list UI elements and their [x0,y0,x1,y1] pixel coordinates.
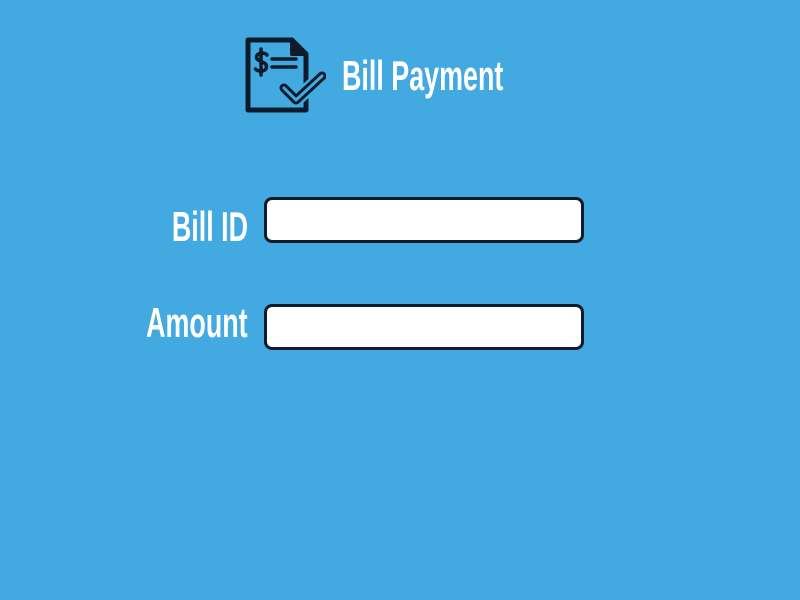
page-header: Bill Payment [244,36,594,116]
amount-input[interactable] [264,304,584,350]
bill-id-label: Bill ID [171,203,248,250]
amount-label: Amount [146,299,248,346]
page-title: Bill Payment [342,52,504,99]
bill-id-input[interactable] [264,197,584,243]
bill-check-icon [244,36,326,116]
